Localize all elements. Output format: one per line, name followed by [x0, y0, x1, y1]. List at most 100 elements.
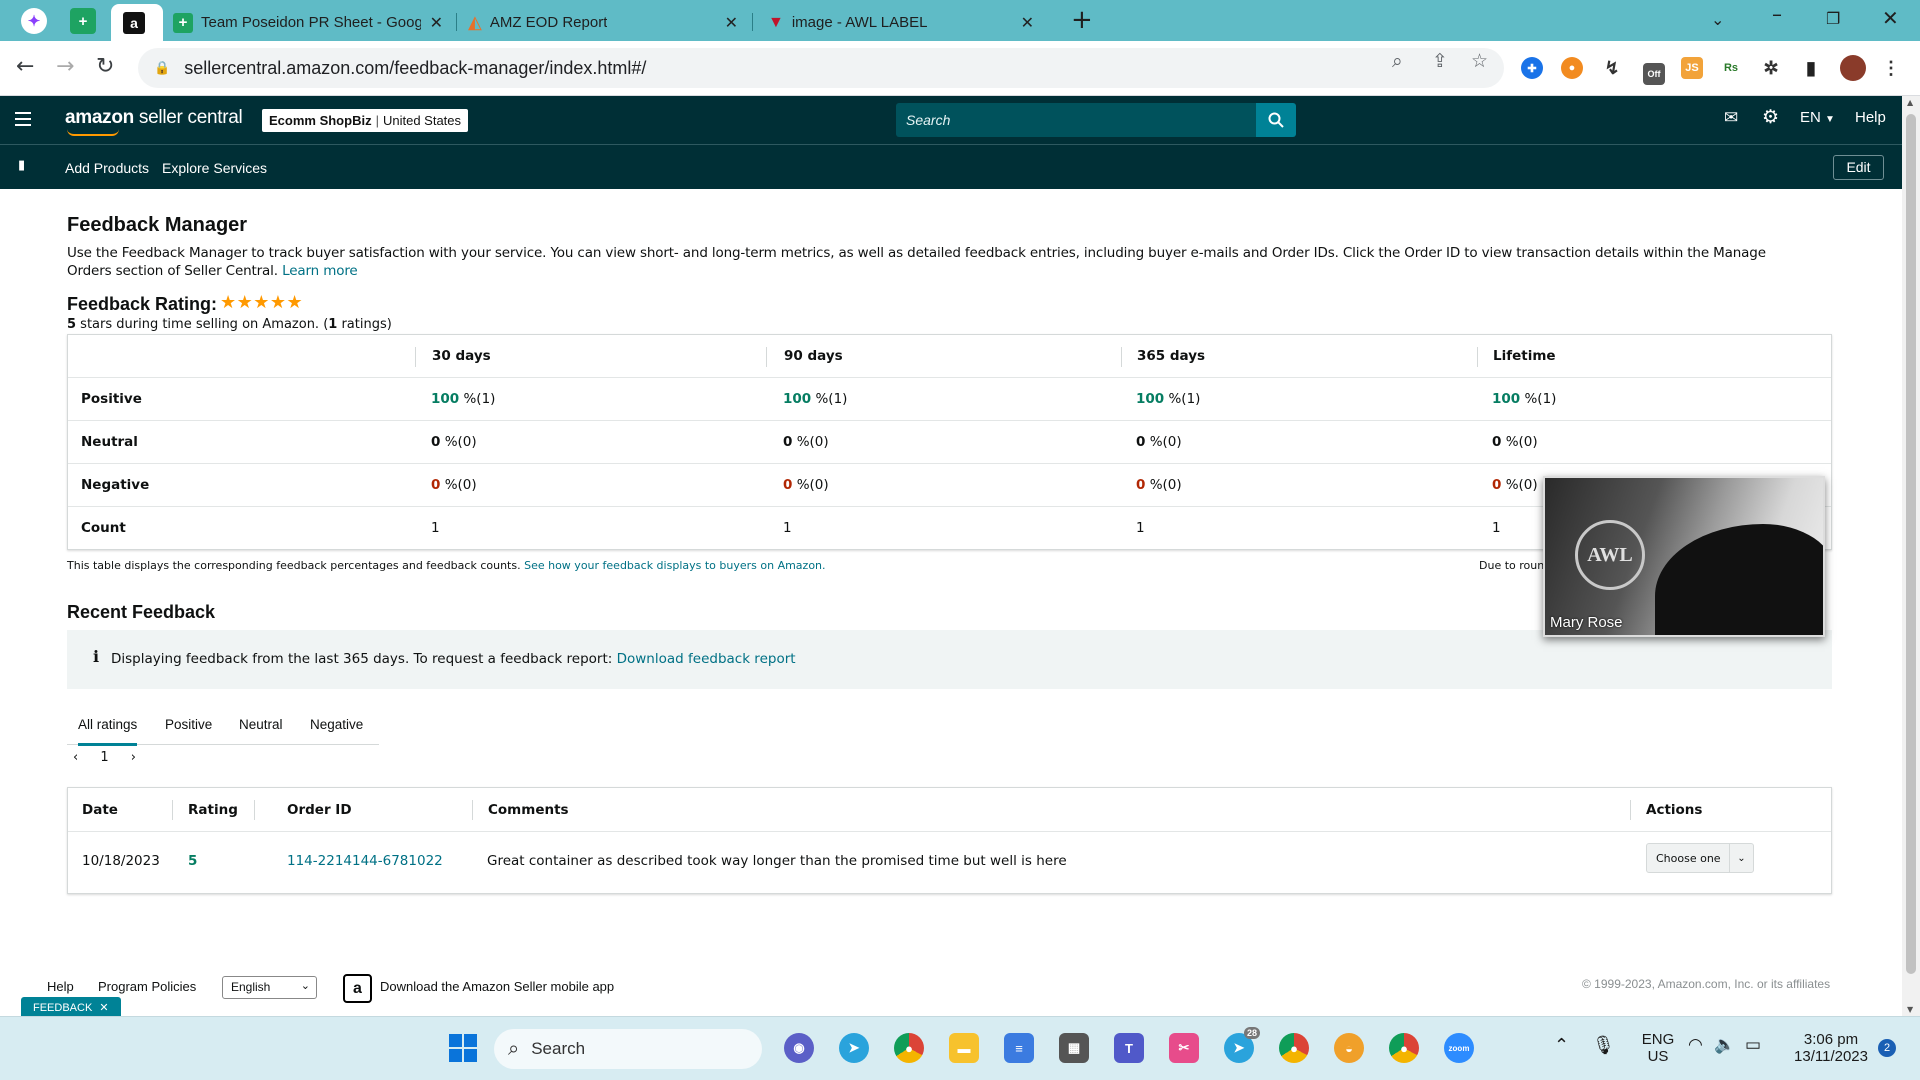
column-divider: [766, 347, 767, 367]
sheets-tab-icon[interactable]: +: [70, 8, 96, 34]
search-input[interactable]: [906, 112, 1226, 128]
address-bar[interactable]: 🔒 sellercentral.amazon.com/feedback-mana…: [138, 48, 1504, 88]
app-icon[interactable]: ◒: [1334, 1033, 1364, 1063]
close-tab-icon[interactable]: ✕: [725, 13, 738, 33]
tab-awl-label[interactable]: ▼ image - AWL LABEL ✕: [754, 4, 1046, 41]
extension-icon[interactable]: ●: [1561, 57, 1583, 79]
amazon-app-icon[interactable]: a: [343, 974, 372, 1003]
chrome-icon[interactable]: ●: [894, 1033, 924, 1063]
tab-amz-eod[interactable]: ◭ AMZ EOD Report ✕: [458, 4, 750, 41]
tab-search-chevron-icon[interactable]: ⌄: [1711, 10, 1724, 29]
seller-central-logo[interactable]: amazon seller central: [65, 107, 243, 136]
download-report-link[interactable]: Download feedback report: [617, 651, 796, 667]
language-select[interactable]: English ⌄: [222, 976, 317, 999]
zoom-icon[interactable]: ⌕: [1392, 50, 1403, 72]
learn-more-link[interactable]: Learn more: [282, 263, 358, 279]
program-policies-link[interactable]: Program Policies: [98, 979, 196, 994]
tab-title: AMZ EOD Report: [489, 14, 608, 31]
back-icon[interactable]: ←: [16, 54, 34, 79]
video-call-overlay[interactable]: AWL Mary Rose: [1543, 476, 1825, 637]
gear-icon[interactable]: ⚙: [1762, 106, 1779, 129]
close-tab-icon[interactable]: ✕: [430, 13, 443, 33]
help-link[interactable]: Help: [1855, 109, 1886, 126]
zoom-icon[interactable]: zoom: [1444, 1033, 1474, 1063]
search-button[interactable]: [1256, 103, 1296, 137]
meet-icon[interactable]: ◉: [784, 1033, 814, 1063]
download-app-link[interactable]: Download the Amazon Seller mobile app: [380, 979, 614, 994]
snipping-tool-icon[interactable]: ✂: [1169, 1033, 1199, 1063]
share-icon[interactable]: ⇪: [1432, 50, 1448, 72]
tab-team-poseidon[interactable]: + Team Poseidon PR Sheet - Goog ✕: [165, 4, 455, 41]
microphone-icon[interactable]: 🎙: [1592, 1035, 1615, 1056]
notification-count-badge[interactable]: 2: [1878, 1039, 1896, 1057]
bookmark-icon[interactable]: ▮: [18, 158, 25, 173]
menu-kebab-icon[interactable]: ⋮: [1880, 57, 1902, 79]
lock-icon[interactable]: 🔒: [154, 61, 170, 76]
search-field[interactable]: [896, 103, 1258, 137]
scroll-down-icon[interactable]: ▼: [1907, 1005, 1913, 1014]
profile-avatar[interactable]: [1840, 55, 1866, 81]
tab-all-ratings[interactable]: All ratings: [78, 717, 138, 746]
new-tab-icon[interactable]: +: [1071, 5, 1093, 35]
page-scrollbar[interactable]: ▲ ▼: [1902, 96, 1920, 1016]
wifi-icon[interactable]: ◠: [1688, 1035, 1703, 1055]
calculator-icon[interactable]: ▦: [1059, 1033, 1089, 1063]
extension-icon[interactable]: Off: [1643, 63, 1665, 85]
extension-icon[interactable]: ↯: [1601, 57, 1623, 79]
metric-value: 100: [783, 391, 812, 407]
feedback-comment: Great container as described took way lo…: [487, 853, 1067, 869]
minimize-icon[interactable]: –: [1772, 2, 1782, 26]
explore-services-link[interactable]: Explore Services: [162, 160, 267, 176]
input-language[interactable]: ENG US: [1636, 1031, 1680, 1065]
extension-icon[interactable]: ✚: [1521, 57, 1543, 79]
restore-icon[interactable]: ❐: [1826, 9, 1840, 28]
feedback-display-link[interactable]: See how your feedback displays to buyers…: [524, 559, 825, 572]
action-dropdown[interactable]: Choose one ⌄: [1646, 843, 1754, 873]
close-icon[interactable]: ✕: [99, 1002, 108, 1014]
tab-negative[interactable]: Negative: [310, 717, 363, 732]
messenger-tab-icon[interactable]: ✦: [21, 8, 47, 34]
scroll-thumb[interactable]: [1906, 114, 1916, 974]
chevron-up-icon[interactable]: ⌃: [1554, 1035, 1569, 1056]
scroll-up-icon[interactable]: ▲: [1907, 98, 1913, 107]
reload-icon[interactable]: ↻: [96, 54, 114, 79]
language-selector[interactable]: EN ▼: [1800, 109, 1835, 126]
notepad-icon[interactable]: ≡: [1004, 1033, 1034, 1063]
next-page-icon[interactable]: ›: [131, 750, 136, 765]
metric-suffix: %(1): [1164, 391, 1201, 407]
footer-help-link[interactable]: Help: [47, 979, 74, 994]
battery-icon[interactable]: ▭: [1745, 1035, 1761, 1055]
tab-positive[interactable]: Positive: [165, 717, 212, 732]
mail-icon[interactable]: ✉: [1724, 108, 1738, 128]
extension-icon[interactable]: Rs: [1720, 57, 1742, 79]
taskbar-search[interactable]: ⌕ Search: [494, 1029, 762, 1069]
chrome-icon[interactable]: ●: [1279, 1033, 1309, 1063]
hamburger-menu-icon[interactable]: [15, 112, 31, 130]
side-panel-icon[interactable]: ▮: [1800, 57, 1822, 79]
tab-seller-central[interactable]: a: [111, 4, 163, 41]
close-tab-icon[interactable]: ✕: [1021, 13, 1034, 33]
tab-neutral[interactable]: Neutral: [239, 717, 283, 732]
volume-icon[interactable]: 🔈: [1714, 1035, 1735, 1055]
chevron-down-icon[interactable]: ⌄: [1729, 844, 1753, 872]
close-window-icon[interactable]: ✕: [1882, 6, 1899, 30]
puzzle-icon[interactable]: ✲: [1760, 57, 1782, 79]
telegram-icon[interactable]: ➤ 28: [1224, 1027, 1260, 1063]
teams-icon[interactable]: T: [1114, 1033, 1144, 1063]
windows-start-icon[interactable]: [448, 1033, 478, 1063]
chrome-icon[interactable]: ●: [1389, 1033, 1419, 1063]
add-products-link[interactable]: Add Products: [65, 160, 149, 176]
metrics-header-row: 30 days 90 days 365 days Lifetime: [68, 335, 1831, 378]
clock[interactable]: 3:06 pm 13/11/2023: [1784, 1031, 1878, 1065]
forward-icon[interactable]: →: [56, 54, 74, 79]
store-selector[interactable]: Ecomm ShopBiz | United States: [262, 109, 469, 132]
prev-page-icon[interactable]: ‹: [73, 750, 78, 765]
telegram-icon[interactable]: ➤: [839, 1033, 869, 1063]
page-number[interactable]: 1: [100, 750, 108, 765]
file-explorer-icon[interactable]: ▬: [949, 1033, 979, 1063]
url-text[interactable]: sellercentral.amazon.com/feedback-manage…: [184, 58, 646, 79]
order-id-link[interactable]: 114-2214144-6781022: [287, 853, 443, 869]
extension-icon[interactable]: JS: [1681, 57, 1703, 79]
edit-button[interactable]: Edit: [1833, 155, 1884, 180]
bookmark-star-icon[interactable]: ☆: [1471, 50, 1488, 72]
